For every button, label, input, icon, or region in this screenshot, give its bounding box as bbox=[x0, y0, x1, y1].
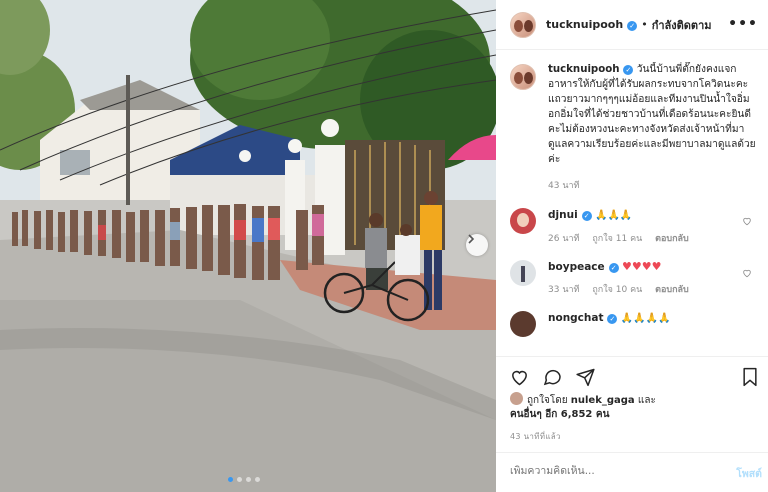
carousel-dot bbox=[246, 477, 251, 482]
comment-bubble-icon[interactable] bbox=[542, 367, 563, 387]
likes-summary: ถูกใจโดย nulek_gaga และ คนอื่นๆ อีก 6,85… bbox=[510, 392, 760, 422]
caption-text: วันนี้บ้านพี่ตั๊กยังคงแจกอาหารให้กับผู้ท… bbox=[548, 64, 756, 165]
comment-avatar[interactable] bbox=[510, 260, 536, 286]
comment-body: djnui ✓ 🙏🙏🙏 26 นาที ถูกใจ 11 คน ตอบกลับ bbox=[548, 208, 699, 246]
verified-badge-icon: ✓ bbox=[608, 263, 619, 273]
caption-body: tucknuipooh ✓ วันนี้บ้านพี่ตั๊กยังคงแจกอา… bbox=[548, 62, 756, 194]
comment-meta: 33 นาที ถูกใจ 10 คน ตอบกลับ bbox=[548, 283, 699, 297]
comment-item: nongchat ✓ 🙏🙏🙏🙏 bbox=[510, 311, 758, 337]
comment-username[interactable]: nongchat bbox=[548, 312, 603, 324]
post-photo bbox=[0, 0, 496, 492]
add-comment-bar: โพสต์ bbox=[496, 452, 768, 492]
comment-body: nongchat ✓ 🙏🙏🙏🙏 bbox=[548, 311, 671, 337]
more-options-button[interactable]: ••• bbox=[728, 16, 758, 32]
like-heart-icon[interactable] bbox=[509, 367, 530, 387]
reply-button[interactable]: ตอบกลับ bbox=[655, 234, 689, 244]
bookmark-save-icon[interactable] bbox=[741, 367, 759, 387]
comments-list[interactable]: tucknuipooh ✓ วันนี้บ้านพี่ตั๊กยังคงแจกอา… bbox=[496, 62, 768, 354]
street-scene-image bbox=[0, 0, 496, 492]
comment-likes[interactable]: ถูกใจ 10 คน bbox=[592, 285, 642, 295]
caption-time: 43 นาที bbox=[548, 181, 580, 191]
comment-text: 🙏🙏🙏 bbox=[595, 210, 633, 221]
comment-text: 🙏🙏🙏🙏 bbox=[620, 313, 671, 324]
comment-avatar[interactable] bbox=[510, 208, 536, 234]
carousel-next-button[interactable] bbox=[466, 234, 488, 256]
comment-meta: 26 นาที ถูกใจ 11 คน ตอบกลับ bbox=[548, 232, 699, 246]
header-username[interactable]: tucknuipooh ✓ bbox=[546, 18, 638, 31]
comment-item: boypeace ✓ ♥♥♥♥ 33 นาที ถูกใจ 10 คน ตอบกล… bbox=[510, 260, 758, 297]
comment-username[interactable]: djnui bbox=[548, 209, 578, 221]
post-timestamp[interactable]: 43 นาทีที่แล้ว bbox=[510, 430, 561, 443]
comment-username[interactable]: boypeace bbox=[548, 261, 605, 273]
carousel-indicator bbox=[228, 477, 260, 482]
liked-by-prefix: ถูกใจโดย bbox=[527, 395, 568, 406]
reply-button[interactable]: ตอบกลับ bbox=[655, 285, 689, 295]
share-send-icon[interactable] bbox=[575, 367, 596, 387]
liker-avatar[interactable] bbox=[510, 392, 523, 405]
caption-avatar[interactable] bbox=[510, 64, 536, 90]
comment-like-heart-icon[interactable] bbox=[742, 268, 752, 278]
comment-time: 33 นาที bbox=[548, 285, 580, 295]
post-caption: tucknuipooh ✓ วันนี้บ้านพี่ตั๊กยังคงแจกอา… bbox=[510, 62, 758, 194]
liker-username[interactable]: nulek_gaga bbox=[571, 395, 635, 406]
carousel-dot bbox=[228, 477, 233, 482]
liked-by-and: และ bbox=[637, 395, 656, 406]
liked-by-others[interactable]: คนอื่นๆ อีก 6,852 คน bbox=[510, 409, 609, 420]
avatar[interactable] bbox=[510, 11, 536, 38]
post-comment-button[interactable]: โพสต์ bbox=[736, 465, 762, 482]
post-header: tucknuipooh ✓ • กำลังติดตาม ••• bbox=[496, 0, 768, 50]
post-actions-bar bbox=[496, 356, 768, 396]
comment-avatar[interactable] bbox=[510, 311, 536, 337]
caption-username[interactable]: tucknuipooh bbox=[548, 64, 619, 75]
comment-likes[interactable]: ถูกใจ 11 คน bbox=[592, 234, 642, 244]
chevron-right-icon bbox=[468, 234, 475, 244]
verified-badge-icon: ✓ bbox=[623, 65, 634, 75]
comment-text: ♥♥♥♥ bbox=[622, 260, 662, 273]
carousel-dot bbox=[237, 477, 242, 482]
add-comment-input[interactable] bbox=[510, 465, 710, 477]
comment-time: 26 นาที bbox=[548, 234, 580, 244]
following-button[interactable]: กำลังติดตาม bbox=[652, 16, 712, 34]
verified-badge-icon: ✓ bbox=[607, 314, 618, 324]
comment-like-heart-icon[interactable] bbox=[742, 216, 752, 226]
carousel-dot bbox=[255, 477, 260, 482]
verified-badge-icon: ✓ bbox=[627, 21, 638, 31]
post-details-panel: tucknuipooh ✓ • กำลังติดตาม ••• tucknuipo… bbox=[496, 0, 768, 492]
comment-item: djnui ✓ 🙏🙏🙏 26 นาที ถูกใจ 11 คน ตอบกลับ bbox=[510, 208, 758, 246]
verified-badge-icon: ✓ bbox=[581, 211, 592, 221]
comment-body: boypeace ✓ ♥♥♥♥ 33 นาที ถูกใจ 10 คน ตอบกล… bbox=[548, 260, 699, 297]
header-separator: • bbox=[641, 18, 648, 31]
